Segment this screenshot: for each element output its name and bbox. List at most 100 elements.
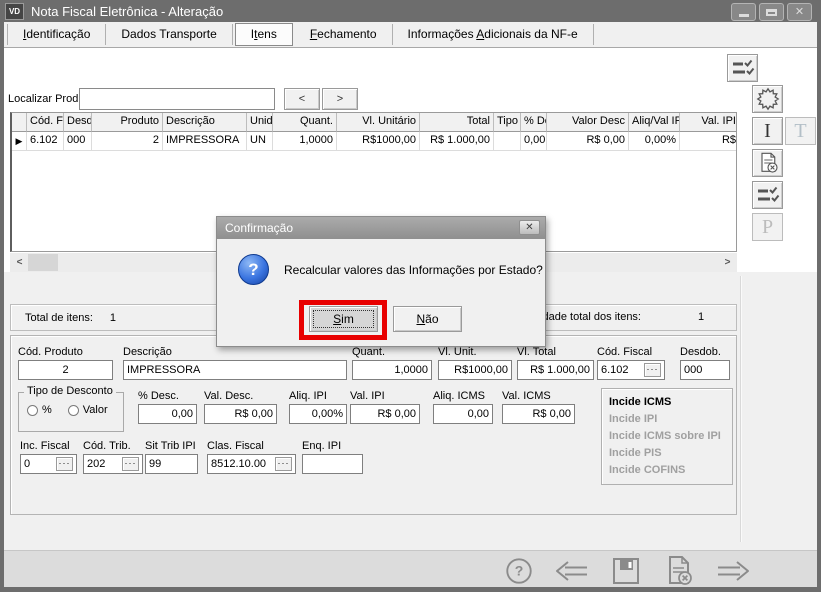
dialog-close-button[interactable]: ✕ [519, 220, 540, 235]
pct-desc-input[interactable]: 0,00 [138, 404, 197, 424]
yes-button[interactable]: Sim [309, 306, 378, 332]
ellipsis-button[interactable]: ··· [644, 363, 661, 377]
incide-item: Incide ICMS sobre IPI [609, 428, 732, 445]
confirm-items-button[interactable] [752, 181, 783, 209]
tab-itens[interactable]: Itens [235, 23, 293, 46]
grid-column-header[interactable]: Produto [92, 113, 163, 132]
val-desc-input[interactable]: R$ 0,00 [204, 404, 277, 424]
maximize-button[interactable] [759, 3, 784, 21]
grid-column-header[interactable]: Cód. F [27, 113, 64, 132]
field-label: Clas. Fiscal [207, 440, 296, 452]
grid-cell[interactable]: IMPRESSORA [163, 132, 247, 151]
help-button[interactable]: ? [500, 554, 538, 587]
grid-cell[interactable]: 1,0000 [273, 132, 337, 151]
grid-cell[interactable]: 000 [64, 132, 92, 151]
ellipsis-button[interactable]: ··· [275, 457, 292, 471]
lines-check-icon [755, 184, 781, 206]
grid-cell[interactable]: 2 [92, 132, 163, 151]
field-label: Cód. Fiscal [597, 346, 665, 358]
field-vl-unit: Vl. Unit. R$1000,00 [438, 346, 512, 380]
grid-cell[interactable]: 6.102 [27, 132, 64, 151]
tab-identificacao[interactable]: Identificação [7, 24, 106, 45]
ellipsis-button[interactable]: ··· [122, 457, 139, 471]
question-icon: ? [238, 254, 269, 285]
search-input[interactable] [79, 88, 275, 110]
vl-unit-input[interactable]: R$1000,00 [438, 360, 512, 380]
grid-column-header[interactable]: Descrição [163, 113, 247, 132]
quant-input[interactable]: 1,0000 [352, 360, 432, 380]
search-prev-button[interactable]: < [284, 88, 320, 110]
incide-box: Incide ICMSIncide IPIIncide ICMS sobre I… [601, 388, 733, 485]
field-label: Aliq. IPI [289, 390, 347, 402]
burst-button[interactable] [752, 85, 783, 113]
incide-item: Incide COFINS [609, 462, 732, 479]
maximize-icon [766, 9, 777, 16]
enq-ipi-input[interactable] [302, 454, 363, 474]
grid-column-header[interactable]: % De [521, 113, 547, 132]
grid-cell[interactable]: ▶ [12, 132, 27, 151]
minimize-button[interactable] [731, 3, 756, 21]
grid-column-header[interactable]: Total [420, 113, 494, 132]
tab-informacoes-adicionais[interactable]: Informações Adicionais da NF-e [393, 24, 594, 45]
radio-percent[interactable]: % [27, 404, 52, 416]
scroll-left-button[interactable]: < [11, 253, 28, 272]
grid-column-header[interactable]: Aliq/Val IP [629, 113, 680, 132]
grid-column-header[interactable] [12, 113, 27, 132]
back-button[interactable] [553, 554, 591, 587]
grid-column-header[interactable]: Valor Desc [547, 113, 629, 132]
cod-produto-input[interactable]: 2 [18, 360, 113, 380]
grid-cell[interactable]: R$1000,00 [337, 132, 420, 151]
scroll-right-button[interactable]: > [719, 253, 736, 272]
vl-total-input[interactable]: R$ 1.000,00 [517, 360, 594, 380]
tab-dados-transporte[interactable]: Dados Transporte [106, 24, 232, 45]
inc-fiscal-input[interactable]: 0··· [20, 454, 77, 474]
close-button[interactable]: ✕ [787, 3, 812, 21]
forward-button[interactable] [714, 554, 752, 587]
field-label: Val. IPI [350, 390, 420, 402]
grid-cell[interactable]: R$ 0,00 [547, 132, 629, 151]
grid-column-header[interactable]: Quant. [273, 113, 337, 132]
grid-column-header[interactable]: Vl. Unitário [337, 113, 420, 132]
clas-fiscal-input[interactable]: 8512.10.00··· [207, 454, 296, 474]
aliq-ipi-input[interactable]: 0,00% [289, 404, 347, 424]
sit-trib-ipi-input[interactable]: 99 [145, 454, 198, 474]
delete-item-button[interactable] [752, 149, 783, 177]
grid-cell[interactable] [494, 132, 521, 151]
scrollbar-thumb[interactable] [28, 254, 58, 271]
radio-icon [27, 405, 38, 416]
panel-divider [740, 276, 741, 542]
grid-cell[interactable]: UN [247, 132, 273, 151]
field-label: Inc. Fiscal [20, 440, 77, 452]
no-button[interactable]: Não [393, 306, 462, 332]
ellipsis-button[interactable]: ··· [56, 457, 73, 471]
cod-fiscal-input[interactable]: 6.102··· [597, 360, 665, 380]
nfe-window: VD Nota Fiscal Eletrônica - Alteração ✕ … [0, 0, 821, 592]
cod-trib-input[interactable]: 202··· [83, 454, 143, 474]
grid-cell[interactable]: 0,00% [629, 132, 680, 151]
grid-column-header[interactable]: Val. IPI [680, 113, 737, 132]
grid-column-header[interactable]: Desd [64, 113, 92, 132]
letter-t-icon: T [794, 120, 806, 143]
radio-valor[interactable]: Valor [68, 404, 108, 416]
grid-header-row: Cód. FDesdProdutoDescriçãoUnidQuant.Vl. … [12, 113, 736, 132]
checklist-button[interactable] [727, 54, 758, 82]
field-desdob: Desdob. 000 [680, 346, 730, 380]
save-button[interactable] [607, 554, 645, 587]
search-next-button[interactable]: > [322, 88, 358, 110]
tab-fechamento[interactable]: Fechamento [295, 24, 393, 45]
grid-cell[interactable]: R$ [680, 132, 737, 151]
val-icms-input[interactable]: R$ 0,00 [502, 404, 575, 424]
field-cod-trib: Cód. Trib. 202··· [83, 440, 143, 474]
delete-document-button[interactable] [660, 554, 698, 587]
grid-column-header[interactable]: Tipo [494, 113, 521, 132]
desdob-input[interactable]: 000 [680, 360, 730, 380]
field-sit-trib-ipi: Sit Trib IPI 99 [145, 440, 198, 474]
aliq-icms-input[interactable]: 0,00 [433, 404, 493, 424]
grid-cell[interactable]: R$ 1.000,00 [420, 132, 494, 151]
descricao-input[interactable]: IMPRESSORA [123, 360, 347, 380]
letter-i-button[interactable]: I [752, 117, 783, 145]
grid-column-header[interactable]: Unid [247, 113, 273, 132]
window-title: Nota Fiscal Eletrônica - Alteração [31, 4, 223, 19]
grid-cell[interactable]: 0,00 [521, 132, 547, 151]
val-ipi-input[interactable]: R$ 0,00 [350, 404, 420, 424]
